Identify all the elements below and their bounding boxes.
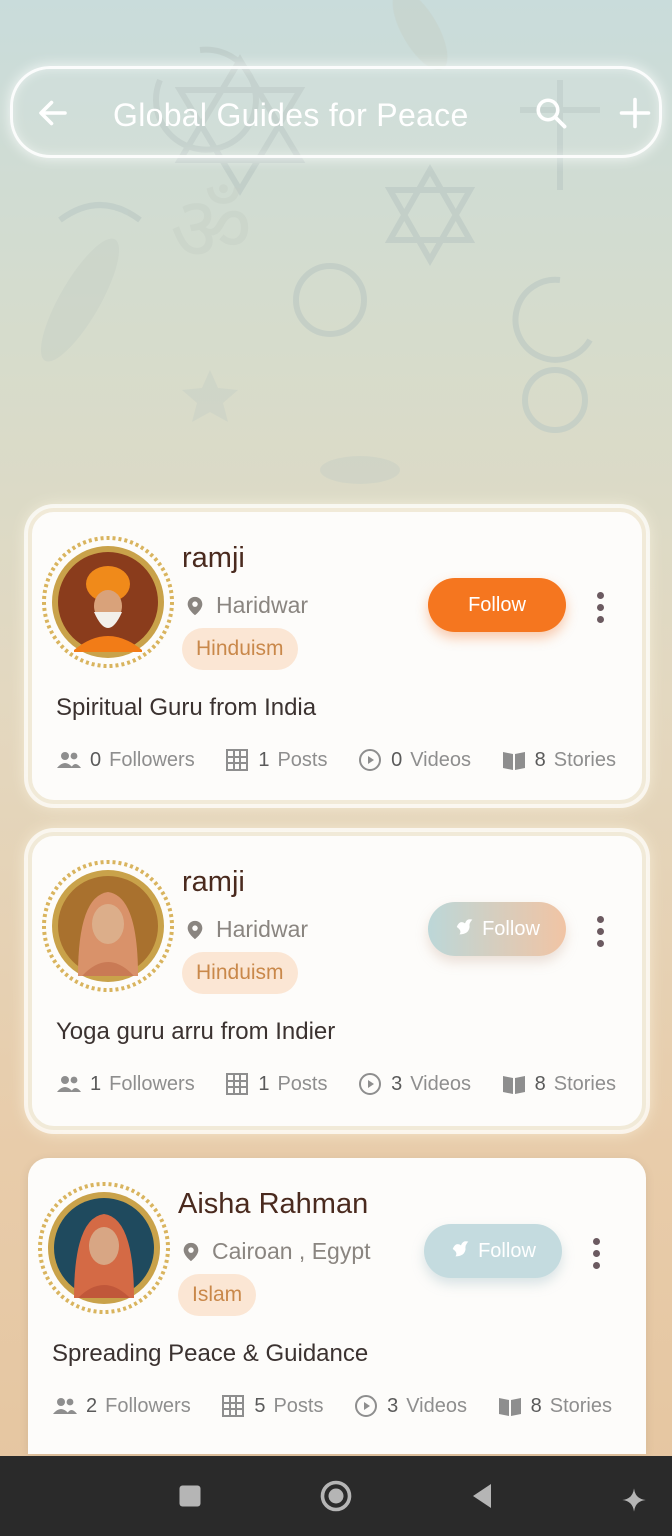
guide-name: Aisha Rahman [178,1188,369,1220]
dove-icon [456,919,473,935]
religion-tag[interactable]: Islam [178,1274,257,1316]
book-icon [502,752,525,770]
location-pin-icon [187,596,203,615]
home-icon[interactable] [318,1478,354,1514]
stats-row: 0 Followers 1 Posts 0 Videos 8 Stories [56,748,616,772]
stats-row: 1 Followers 1 Posts 3 Videos 8 Stories [56,1072,616,1096]
guide-card[interactable]: Aisha Rahman Cairoan , Egypt Islam Follo… [28,1158,646,1454]
top-app-bar: Global Guides for Peace [10,66,662,158]
page-title: Global Guides for Peace [113,97,469,133]
religion-tag[interactable]: Hinduism [182,952,298,994]
followers-count: 0 [90,748,102,771]
videos-count: 0 [391,748,403,771]
followers-count: 2 [86,1394,98,1417]
videos-label: Videos [406,1394,467,1417]
location-pin-icon [187,920,203,939]
stories-count: 8 [534,1072,546,1095]
people-icon [53,1398,77,1414]
back-arrow-icon[interactable] [35,95,71,131]
follow-button[interactable]: Follow [428,902,566,956]
guide-card[interactable]: ramji Haridwar Hinduism Follow Yoga guru… [28,832,646,1130]
people-icon [57,752,81,768]
avatar[interactable] [38,856,178,996]
add-icon[interactable] [617,95,653,131]
stories-label: Stories [553,748,616,771]
guide-location: Haridwar [184,592,308,619]
play-circle-icon [359,749,382,771]
videos-label: Videos [410,1072,471,1095]
follow-label: Follow [478,1240,536,1262]
assistant-sparkle-icon[interactable] [620,1486,648,1514]
stories-stat[interactable]: 8 Stories [501,748,616,772]
guide-bio: Spreading Peace & Guidance [52,1340,369,1367]
guide-name: ramji [182,866,245,898]
followers-stat[interactable]: 2 Followers [52,1394,191,1418]
location-text: Haridwar [216,592,309,618]
svg-text:ॐ: ॐ [170,177,252,282]
posts-stat[interactable]: 5 Posts [220,1394,323,1418]
guide-location: Cairoan , Egypt [180,1238,371,1265]
stories-stat[interactable]: 8 Stories [497,1394,612,1418]
book-icon [498,1398,521,1416]
videos-label: Videos [410,748,471,771]
people-icon [57,1076,81,1092]
book-icon [502,1076,525,1094]
posts-count: 1 [258,748,270,771]
location-pin-icon [183,1242,199,1261]
location-text: Cairoan , Egypt [212,1238,371,1264]
follow-button[interactable]: Follow [428,578,566,632]
avatar[interactable] [38,532,178,672]
videos-count: 3 [391,1072,403,1095]
guide-bio: Spiritual Guru from India [56,694,317,721]
guide-name: ramji [182,542,245,574]
grid-icon [222,1395,245,1417]
back-triangle-icon[interactable] [464,1478,500,1514]
videos-stat[interactable]: 0 Videos [357,748,471,772]
guide-location: Haridwar [184,916,308,943]
more-options-icon[interactable] [586,1236,606,1270]
posts-stat[interactable]: 1 Posts [224,748,327,772]
stories-label: Stories [549,1394,612,1417]
dove-icon [452,1241,469,1257]
stats-row: 2 Followers 5 Posts 3 Videos 8 Stories [52,1394,612,1418]
posts-label: Posts [273,1394,324,1417]
followers-count: 1 [90,1072,102,1095]
followers-stat[interactable]: 1 Followers [56,1072,195,1096]
videos-stat[interactable]: 3 Videos [357,1072,471,1096]
stories-label: Stories [553,1072,616,1095]
followers-label: Followers [109,748,195,771]
religion-tag[interactable]: Hinduism [182,628,298,670]
grid-icon [226,1073,249,1095]
followers-stat[interactable]: 0 Followers [56,748,195,772]
posts-label: Posts [277,1072,328,1095]
recents-icon[interactable] [172,1478,208,1514]
stories-count: 8 [534,748,546,771]
more-options-icon[interactable] [590,914,610,948]
posts-label: Posts [277,748,328,771]
stories-stat[interactable]: 8 Stories [501,1072,616,1096]
avatar[interactable] [34,1178,174,1318]
follow-label: Follow [482,918,540,940]
videos-stat[interactable]: 3 Videos [353,1394,467,1418]
guide-card[interactable]: ramji Haridwar Hinduism Follow Spiritual… [28,508,646,804]
followers-label: Followers [109,1072,195,1095]
posts-count: 5 [254,1394,266,1417]
system-nav-bar [0,1456,672,1536]
play-circle-icon [355,1395,378,1417]
grid-icon [226,749,249,771]
stories-count: 8 [530,1394,542,1417]
posts-stat[interactable]: 1 Posts [224,1072,327,1096]
location-text: Haridwar [216,916,309,942]
videos-count: 3 [387,1394,399,1417]
guide-bio: Yoga guru arru from Indier [56,1018,336,1045]
search-icon[interactable] [533,95,569,131]
followers-label: Followers [105,1394,191,1417]
posts-count: 1 [258,1072,270,1095]
more-options-icon[interactable] [590,590,610,624]
follow-button[interactable]: Follow [424,1224,562,1278]
play-circle-icon [359,1073,382,1095]
